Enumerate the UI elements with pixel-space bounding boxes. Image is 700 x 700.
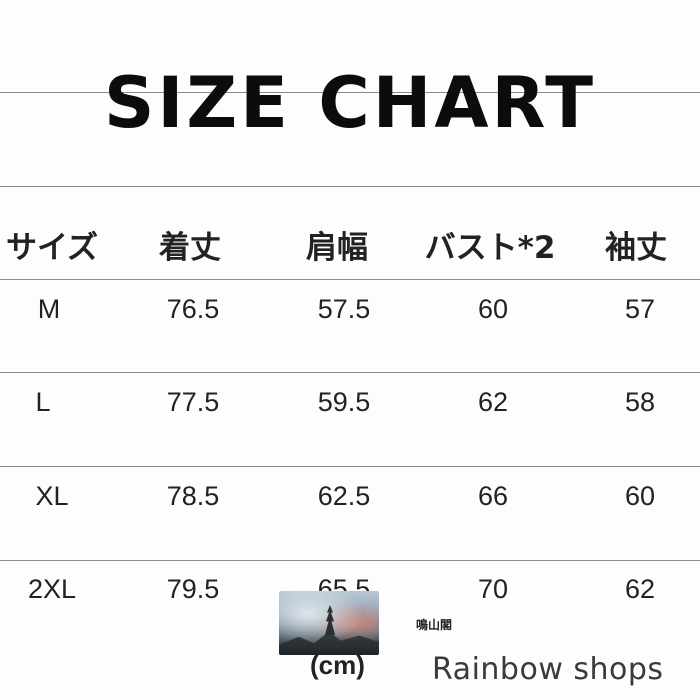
bust-cell: 62 — [477, 387, 509, 417]
bust-cell: 70 — [477, 574, 509, 604]
shop-watermark: Rainbow shops — [432, 652, 664, 687]
shoulder-cell: 57.5 — [317, 294, 371, 324]
header-length: 着丈 — [159, 230, 221, 266]
size-cell: M — [37, 294, 61, 324]
header-top-rule — [0, 186, 700, 187]
pagoda-icon — [325, 605, 335, 635]
bust-cell: 60 — [477, 294, 509, 324]
sleeve-cell: 60 — [624, 481, 656, 511]
header-shoulder: 肩幅 — [306, 230, 368, 266]
header-sleeve: 袖丈 — [605, 230, 667, 266]
row-rule — [0, 372, 700, 373]
length-cell: 76.5 — [166, 294, 220, 324]
header-size: サイズ — [5, 230, 99, 266]
row-rule — [0, 560, 700, 561]
header-bust: バスト*2 — [424, 230, 556, 266]
sleeve-cell: 58 — [624, 387, 656, 417]
shoulder-cell: 59.5 — [317, 387, 371, 417]
length-cell: 78.5 — [166, 481, 220, 511]
page-title: SIZE CHART — [103, 62, 597, 144]
size-cell: L — [35, 387, 51, 417]
sleeve-cell: 57 — [624, 294, 656, 324]
seal-text: 鳴山閣 — [416, 618, 453, 632]
size-cell: 2XL — [27, 574, 77, 604]
size-cell: XL — [35, 481, 69, 511]
landscape-thumbnail — [279, 591, 379, 655]
length-cell: 79.5 — [166, 574, 220, 604]
bust-cell: 66 — [477, 481, 509, 511]
row-rule — [0, 466, 700, 467]
sleeve-cell: 62 — [624, 574, 656, 604]
shoulder-cell: 62.5 — [317, 481, 371, 511]
row-rule — [0, 279, 700, 280]
length-cell: 77.5 — [166, 387, 220, 417]
